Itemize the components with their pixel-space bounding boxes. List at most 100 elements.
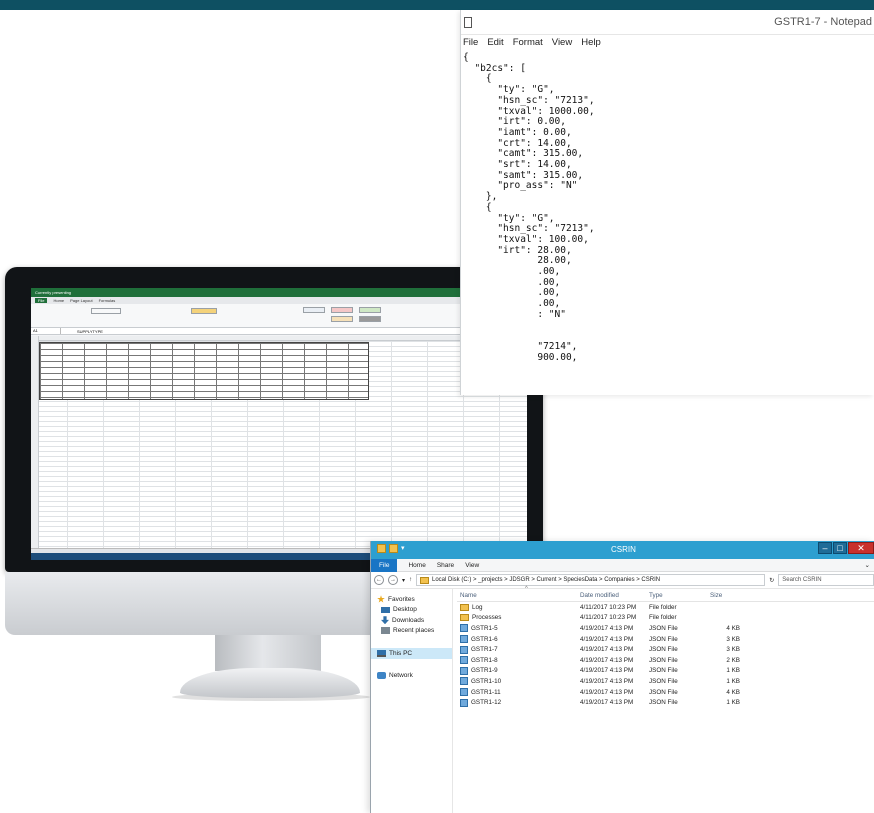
column-type[interactable]: Type	[649, 592, 710, 599]
menu-file[interactable]: File	[463, 37, 478, 48]
file-row[interactable]: GSTR1-8 4/19/2017 4:13 PM JSON File 2 KB	[457, 655, 874, 666]
file-name: GSTR1-10	[471, 677, 502, 685]
tab-share[interactable]: Share	[437, 562, 454, 569]
quick-access-toolbar[interactable]: ▾	[377, 544, 410, 553]
excel-ribbon-tabs[interactable]: File Home Page Layout Formulas	[31, 297, 527, 304]
excel-title: Currently presenting	[35, 290, 72, 295]
file-row[interactable]: GSTR1-6 4/19/2017 4:13 PM JSON File 3 KB	[457, 634, 874, 645]
top-banner	[0, 0, 874, 10]
menu-edit[interactable]: Edit	[487, 37, 503, 48]
close-button[interactable]: ✕	[848, 542, 874, 554]
properties-icon[interactable]	[389, 544, 398, 553]
tab-home[interactable]: Home	[408, 562, 425, 569]
chevron-down-icon[interactable]: ▾	[401, 544, 410, 553]
file-list: ^ Name Date modified Type Size Log 4/11/…	[457, 586, 874, 813]
folder-icon	[377, 544, 386, 553]
file-date: 4/11/2017 10:23 PM	[580, 614, 637, 622]
notepad-titlebar[interactable]: GSTR1-7 - Notepad	[461, 10, 874, 35]
search-input[interactable]: Search CSRIN	[778, 574, 874, 586]
notepad-text-area[interactable]: { "b2cs": [ { "ty": "G", "hsn_sc": "7213…	[461, 50, 874, 363]
address-bar[interactable]: Local Disk (C:) > _projects > JDSGR > Cu…	[415, 574, 766, 586]
menu-help[interactable]: Help	[581, 37, 601, 48]
nav-recent-places[interactable]: Recent places	[371, 626, 452, 637]
excel-tab-formulas[interactable]: Formulas	[99, 298, 116, 303]
nav-recent-label: Recent places	[393, 627, 435, 635]
column-date-modified[interactable]: Date modified	[580, 592, 649, 599]
back-button[interactable]: ←	[374, 575, 384, 585]
window-controls: – □ ✕	[818, 542, 874, 554]
file-date: 4/19/2017 4:13 PM	[580, 646, 634, 654]
file-size: 4 KB	[726, 688, 740, 696]
notepad-window: GSTR1-7 - Notepad File Edit Format View …	[460, 10, 874, 395]
maximize-button[interactable]: □	[833, 542, 847, 554]
file-date: 4/19/2017 4:13 PM	[580, 624, 634, 632]
minimize-button[interactable]: –	[818, 542, 832, 554]
desktop-icon	[381, 606, 390, 613]
tab-file[interactable]: File	[371, 558, 398, 572]
file-name: GSTR1-11	[471, 688, 501, 696]
excel-tab-home[interactable]: Home	[53, 298, 64, 303]
nav-network[interactable]: Network	[371, 671, 452, 682]
file-row[interactable]: Processes 4/11/2017 10:23 PM File folder	[457, 613, 874, 624]
address-path[interactable]: Local Disk (C:) > _projects > JDSGR > Cu…	[432, 577, 660, 583]
folder-icon	[460, 614, 469, 622]
json-file-icon	[460, 635, 468, 644]
tab-view[interactable]: View	[465, 562, 479, 569]
excel-row-headers	[31, 336, 39, 548]
excel-namebox[interactable]: A1	[31, 328, 61, 334]
chevron-down-icon[interactable]: ▾	[402, 577, 405, 584]
forward-button[interactable]: →	[387, 575, 398, 585]
nav-downloads[interactable]: Downloads	[371, 615, 452, 626]
file-row[interactable]: GSTR1-5 4/19/2017 4:13 PM JSON File 4 KB	[457, 623, 874, 634]
nav-this-pc[interactable]: This PC	[371, 648, 452, 659]
file-row[interactable]: Log 4/11/2017 10:23 PM File folder	[457, 602, 874, 613]
refresh-icon[interactable]: ↻	[769, 577, 774, 584]
file-type: JSON File	[649, 688, 678, 696]
file-type: File folder	[649, 603, 677, 611]
file-size: 1 KB	[726, 677, 740, 685]
file-date: 4/19/2017 4:13 PM	[580, 688, 634, 696]
file-date: 4/19/2017 4:13 PM	[580, 635, 634, 643]
address-row: ← → ▾ ↑ Local Disk (C:) > _projects > JD…	[371, 572, 874, 589]
file-type: JSON File	[649, 699, 678, 707]
file-type: JSON File	[649, 677, 678, 685]
json-file-icon	[460, 624, 468, 633]
file-row[interactable]: GSTR1-9 4/19/2017 4:13 PM JSON File 1 KB	[457, 666, 874, 677]
file-type: JSON File	[649, 624, 678, 632]
excel-formula-bar[interactable]: A1 SUPPLYTYPE	[31, 328, 527, 335]
excel-ribbon[interactable]	[31, 304, 527, 328]
file-row[interactable]: GSTR1-12 4/19/2017 4:13 PM JSON File 1 K…	[457, 697, 874, 708]
nav-favorites[interactable]: Favorites	[371, 594, 452, 605]
file-size: 1 KB	[726, 667, 740, 675]
download-icon	[381, 616, 389, 625]
excel-formula-value[interactable]: SUPPLYTYPE	[61, 329, 103, 334]
file-size: 4 KB	[726, 624, 740, 632]
file-date: 4/19/2017 4:13 PM	[580, 699, 634, 707]
explorer-titlebar[interactable]: ▾ CSRIN – □ ✕	[371, 541, 874, 559]
file-name: Processes	[472, 614, 502, 622]
excel-tab-page-layout[interactable]: Page Layout	[70, 298, 92, 303]
file-row[interactable]: GSTR1-7 4/19/2017 4:13 PM JSON File 3 KB	[457, 644, 874, 655]
menu-format[interactable]: Format	[513, 37, 543, 48]
column-size[interactable]: Size	[710, 592, 750, 599]
excel-column-headers	[39, 336, 527, 341]
file-name: GSTR1-6	[471, 635, 498, 643]
computer-icon	[377, 649, 386, 657]
file-row[interactable]: GSTR1-11 4/19/2017 4:13 PM JSON File 4 K…	[457, 687, 874, 698]
menu-view[interactable]: View	[552, 37, 572, 48]
notepad-title: GSTR1-7 - Notepad	[774, 16, 872, 28]
file-date: 4/19/2017 4:13 PM	[580, 677, 634, 685]
excel-tab-file[interactable]: File	[35, 298, 48, 303]
file-row[interactable]: GSTR1-10 4/19/2017 4:13 PM JSON File 1 K…	[457, 676, 874, 687]
file-type: JSON File	[649, 667, 678, 675]
excel-data-table[interactable]	[39, 342, 369, 400]
notepad-icon	[464, 16, 472, 28]
column-name[interactable]: Name	[457, 592, 580, 599]
excel-window: Currently presenting File Home Page Layo…	[31, 288, 527, 560]
file-name: GSTR1-7	[471, 646, 498, 654]
up-arrow-icon[interactable]: ↑	[409, 577, 412, 583]
chevron-down-icon[interactable]: ⌄	[865, 561, 870, 569]
file-name: GSTR1-5	[471, 624, 498, 632]
nav-desktop[interactable]: Desktop	[371, 605, 452, 616]
nav-this-pc-label: This PC	[389, 649, 413, 657]
